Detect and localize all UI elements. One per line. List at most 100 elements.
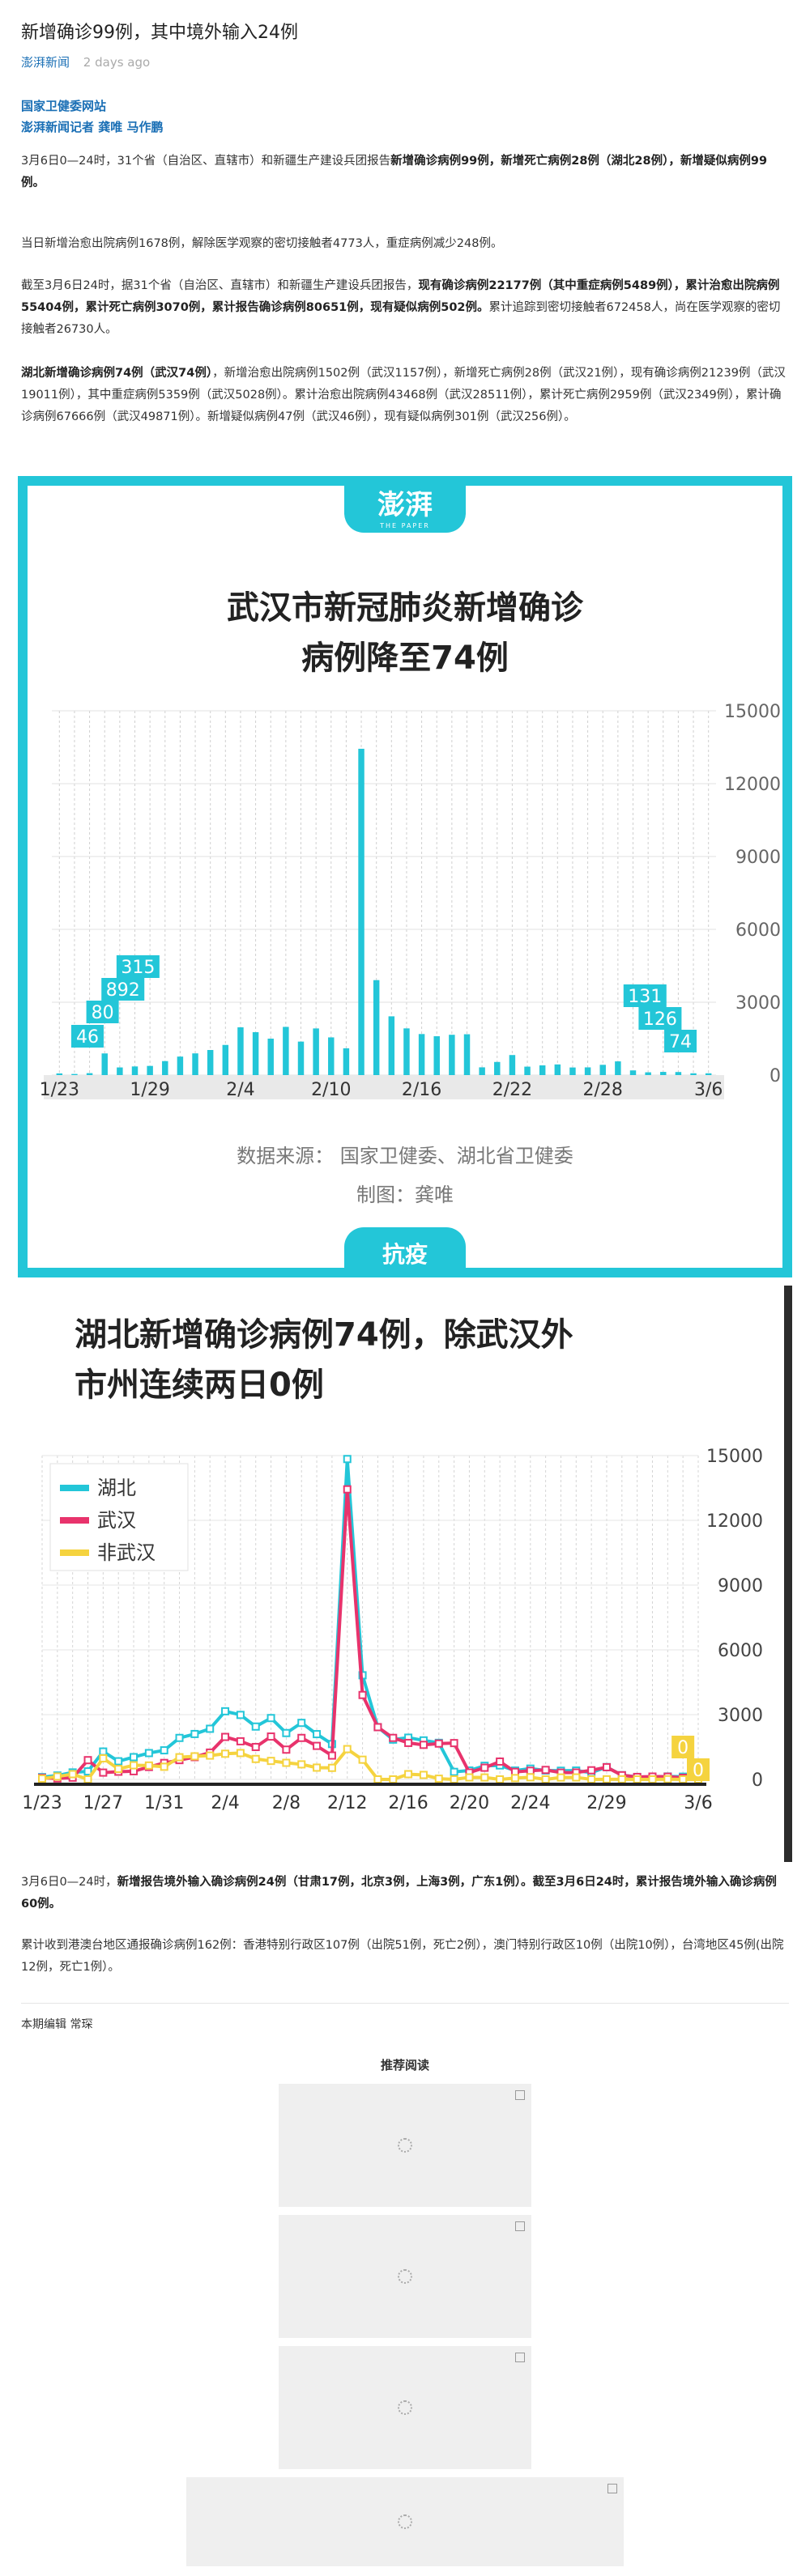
series-point <box>221 1732 230 1741</box>
bar <box>705 1073 712 1075</box>
series-point <box>602 1775 611 1783</box>
series-point <box>419 1770 428 1779</box>
series-point <box>160 1746 168 1755</box>
series-point <box>633 1775 642 1783</box>
series-point <box>404 1770 413 1779</box>
recommend-card[interactable] <box>279 2084 531 2207</box>
series-point <box>297 1719 306 1728</box>
y-tick-label: 6000 <box>735 920 781 941</box>
series-point <box>327 1751 336 1760</box>
y-tick-label: 3000 <box>735 993 781 1014</box>
data-label: 126 <box>643 1010 677 1030</box>
legend-swatch <box>60 1549 89 1556</box>
series-point <box>160 1762 168 1771</box>
ad-icon <box>515 2353 525 2362</box>
series-point <box>572 1773 581 1782</box>
bar <box>373 980 380 1075</box>
recommend-card[interactable] <box>186 2477 624 2566</box>
series-point <box>541 1766 550 1775</box>
series-point <box>510 1774 519 1783</box>
series-point <box>373 1775 382 1783</box>
data-label: 0 <box>677 1738 688 1758</box>
byline: 国家卫健委网站 澎湃新闻记者 龚唯 马作鹏 <box>21 96 163 138</box>
ad-icon <box>515 2221 525 2231</box>
series-point <box>206 1724 215 1733</box>
x-tick-label: 2/12 <box>327 1793 367 1813</box>
series-point <box>236 1711 245 1719</box>
bar <box>509 1055 516 1075</box>
byline-source[interactable]: 国家卫健委网站 <box>21 96 163 117</box>
bar <box>418 1034 425 1075</box>
series-point <box>99 1753 108 1762</box>
p5-run: 3月6日0—24时， <box>21 1876 117 1889</box>
series-point <box>282 1728 291 1737</box>
series-point <box>99 1747 108 1756</box>
chart2-title: 湖北新增确诊病例74例，除武汉外 市州连续两日0例 <box>75 1316 573 1404</box>
bar <box>237 1027 244 1075</box>
bar <box>343 1048 350 1075</box>
x-tick-label: 2/28 <box>583 1080 623 1100</box>
p2-run: 当日新增治愈出院病例1678例，解除医学观察的密切接触者4773人，重症病例减少… <box>21 237 503 250</box>
series-point <box>221 1707 230 1715</box>
recommend-card[interactable] <box>279 2215 531 2338</box>
p1-run: 3月6日0—24时，31个省（自治区、直辖市）和新疆生产建设兵团报告 <box>21 155 391 168</box>
x-tick-label: 1/31 <box>144 1793 184 1813</box>
series-point <box>83 1756 92 1765</box>
series-point <box>602 1762 611 1771</box>
bar <box>675 1072 682 1075</box>
bar <box>449 1035 455 1075</box>
y-tick-label: 12000 <box>724 775 781 795</box>
series-point <box>358 1690 367 1699</box>
hubei-chart-figure: 湖北新增确诊病例74例，除武汉外 市州连续两日0例 0 3000 6000 9000 1… <box>18 1286 792 1862</box>
series-point <box>404 1738 413 1747</box>
series-point <box>68 1770 77 1779</box>
series-point <box>266 1732 275 1741</box>
x-tick-label: 2/8 <box>272 1793 301 1813</box>
bar <box>86 1073 93 1075</box>
bar <box>494 1061 501 1075</box>
recommend-title: 推荐阅读 <box>380 2058 429 2072</box>
source-link[interactable]: 澎湃新闻 <box>21 55 70 70</box>
series-point <box>617 1775 626 1783</box>
series-point <box>130 1761 139 1770</box>
legend-swatch <box>60 1485 89 1491</box>
series-point <box>496 1775 505 1783</box>
series-point <box>450 1767 458 1776</box>
bar <box>690 1073 697 1075</box>
recommend-card[interactable] <box>279 2346 531 2469</box>
bar <box>117 1067 123 1075</box>
series-point <box>679 1775 688 1783</box>
bar <box>524 1066 531 1075</box>
x-tick-label: 3/6 <box>684 1793 712 1813</box>
p5-run: 新增报告境外输入确诊病例24例（甘肃17例，北京3例，上海3例，广东1例）。截至… <box>21 1876 777 1911</box>
series-point <box>480 1773 489 1782</box>
series-point <box>358 1755 367 1764</box>
bar <box>252 1032 259 1075</box>
y-tick-label: 12000 <box>706 1511 763 1532</box>
paragraph-5: 3月6日0—24时，新增报告境外输入确诊病例24例（甘肃17例，北京3例，上海3… <box>21 1872 789 1915</box>
bar <box>283 1027 289 1075</box>
series-point <box>587 1766 596 1775</box>
legend-swatch <box>60 1517 89 1524</box>
loading-icon <box>398 2400 412 2415</box>
series-point <box>251 1754 260 1763</box>
x-tick-label: 2/20 <box>450 1793 489 1813</box>
series-point <box>313 1741 322 1750</box>
p6-run: 累计收到港澳台地区通报确诊病例162例：香港特别行政区107例（出院51例，死亡… <box>21 1939 784 1974</box>
legend-label: 非武汉 <box>97 1541 156 1564</box>
bar <box>207 1050 214 1075</box>
series-point <box>83 1775 92 1783</box>
y-tick-label: 9000 <box>735 848 781 868</box>
series-point <box>297 1760 306 1769</box>
x-tick-label: 1/29 <box>130 1080 169 1100</box>
bar <box>162 1061 168 1075</box>
data-label: 80 <box>92 1003 114 1023</box>
series-point <box>663 1775 672 1783</box>
brand-logo: 澎湃 THE PAPER <box>344 476 466 533</box>
divider <box>21 2003 789 2004</box>
series-point <box>251 1742 260 1751</box>
series-point <box>266 1714 275 1723</box>
y-tick-label: 0 <box>770 1066 781 1086</box>
data-label: 131 <box>628 987 662 1007</box>
x-tick-label: 2/10 <box>311 1080 351 1100</box>
